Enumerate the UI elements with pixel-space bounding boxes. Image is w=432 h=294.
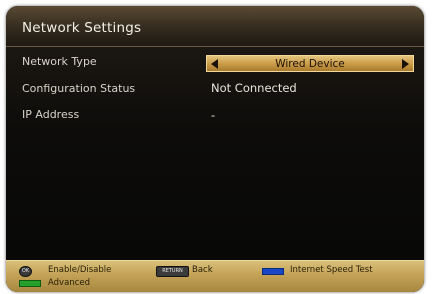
enable-disable-label: Enable/Disable (48, 265, 112, 275)
network-settings-window: Network Settings Network Type Wired Devi… (6, 6, 424, 292)
network-type-label: Network Type (22, 55, 97, 68)
configuration-status-label: Configuration Status (22, 82, 136, 95)
configuration-status-value: Not Connected (211, 81, 297, 95)
arrow-right-icon[interactable] (402, 59, 409, 69)
green-key-icon[interactable] (19, 280, 41, 287)
ok-button-icon[interactable]: OK (19, 266, 32, 277)
page-title: Network Settings (22, 20, 142, 36)
network-type-value: Wired Device (275, 58, 345, 70)
internet-speed-test-label: Internet Speed Test (290, 265, 373, 275)
network-type-selector[interactable]: Wired Device (206, 55, 414, 72)
blue-key-icon[interactable] (262, 268, 284, 275)
settings-panel (6, 47, 424, 261)
back-label: Back (192, 265, 213, 275)
title-bar: Network Settings (6, 6, 424, 47)
return-key-icon[interactable]: RETURN (156, 266, 189, 277)
footer-bar: OK Enable/Disable RETURN Back Internet S… (6, 260, 424, 292)
advanced-label: Advanced (48, 278, 90, 288)
ip-address-label: IP Address (22, 108, 80, 121)
ip-address-value: - (211, 108, 216, 122)
